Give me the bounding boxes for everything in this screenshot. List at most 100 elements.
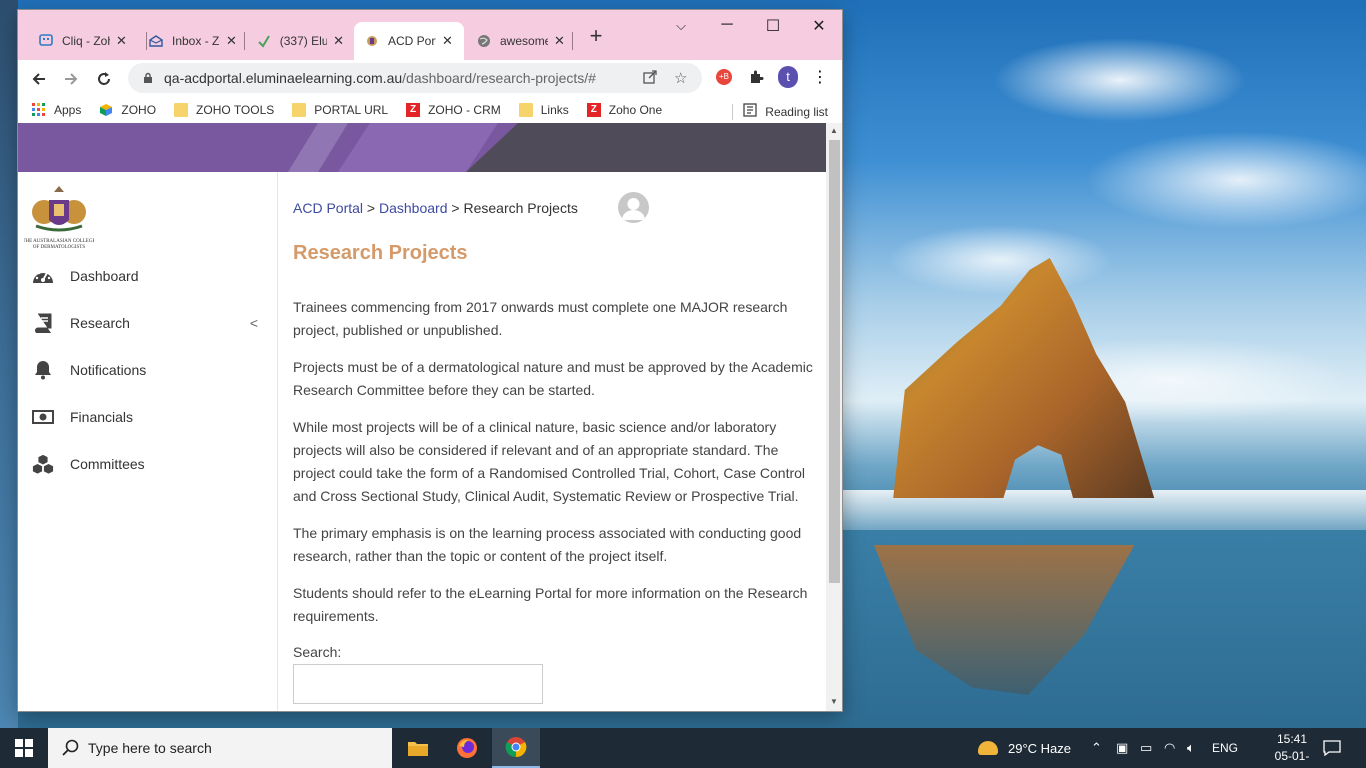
globe-icon xyxy=(476,33,492,49)
cubes-icon xyxy=(32,453,54,475)
bookmark-apps[interactable]: Apps xyxy=(32,102,81,117)
tab-strip: Cliq - Zoho Cliq ✕ Inbox - Zoho Mail ✕ (… xyxy=(18,10,842,60)
kebab-menu-icon[interactable]: ⋮ xyxy=(810,67,830,87)
file-explorer-icon[interactable] xyxy=(394,728,442,768)
page-viewport: THE AUSTRALASIAN COLLEGE OF DERMATOLOGIS… xyxy=(18,123,826,711)
bookmark-label: PORTAL URL xyxy=(314,102,389,117)
reading-list-label: Reading list xyxy=(765,104,828,119)
language-indicator[interactable]: ENG xyxy=(1212,728,1238,768)
tab-label: (337) Eluminae xyxy=(279,34,328,48)
taskbar-clock[interactable]: 15:41 05-01-2022 xyxy=(1264,731,1320,768)
zoho-z-icon: Z xyxy=(406,102,421,117)
chrome-icon[interactable] xyxy=(492,728,540,768)
notification-center-icon[interactable] xyxy=(1323,728,1341,768)
tab-label: Cliq - Zoho Cliq xyxy=(62,34,110,48)
weather-haze-icon xyxy=(978,741,998,755)
firefox-icon[interactable] xyxy=(443,728,491,768)
battery-icon[interactable]: ▭ xyxy=(1140,728,1152,768)
chevron-up-icon[interactable]: ⌃ xyxy=(1091,728,1102,768)
sidebar-item-label: Research xyxy=(70,315,130,331)
url-text: qa-acdportal.eluminaelearning.com.au/das… xyxy=(164,70,596,86)
close-icon[interactable]: ✕ xyxy=(226,33,237,49)
tab-separator xyxy=(572,32,573,50)
close-icon[interactable]: ✕ xyxy=(554,33,565,49)
maximize-button[interactable]: ☐ xyxy=(750,16,796,36)
divider xyxy=(732,103,734,120)
sidebar-item-label: Financials xyxy=(70,409,134,425)
breadcrumb-separator: > xyxy=(363,200,379,216)
paragraph: While most projects will be of a clinica… xyxy=(293,419,806,504)
tab-label: awesome xyxy=(500,34,548,48)
user-avatar[interactable] xyxy=(618,192,649,223)
bookmark-portal-url[interactable]: PORTAL URL xyxy=(292,102,389,117)
taskbar: Type here to search 29°C Haze ⌃ ▣ ▭ ◠ 🔈︎… xyxy=(0,728,1366,768)
sidebar-item-notifications[interactable]: Notifications xyxy=(18,350,278,390)
extension-red-icon[interactable]: +B xyxy=(714,67,734,87)
close-window-button[interactable]: ✕ xyxy=(796,16,842,36)
bookmark-zoho-one[interactable]: Z Zoho One xyxy=(586,102,663,117)
svg-text:OF DERMATOLOGISTS: OF DERMATOLOGISTS xyxy=(33,245,85,250)
profile-avatar[interactable]: t xyxy=(778,66,798,88)
new-tab-button[interactable]: + xyxy=(584,24,608,48)
share-icon[interactable] xyxy=(642,69,658,89)
scroll-up-icon[interactable]: ▲ xyxy=(830,126,838,135)
wallpaper-reflection xyxy=(874,545,1135,695)
close-icon[interactable]: ✕ xyxy=(116,33,127,49)
taskbar-search-box[interactable]: Type here to search xyxy=(48,728,392,768)
bookmark-zoho-tools[interactable]: ZOHO TOOLS xyxy=(174,102,274,117)
wifi-icon[interactable]: ◠ xyxy=(1164,728,1175,768)
bookmark-links[interactable]: Links xyxy=(518,102,569,117)
puzzle-icon[interactable] xyxy=(746,67,766,87)
chevron-left-icon[interactable]: < xyxy=(250,315,258,331)
breadcrumb-link-dashboard[interactable]: Dashboard xyxy=(379,200,448,216)
meet-now-icon[interactable]: ▣ xyxy=(1116,728,1128,768)
sidebar-item-committees[interactable]: Committees xyxy=(18,444,278,484)
clock-time: 15:41 xyxy=(1276,732,1308,746)
weather-text: 29°C Haze xyxy=(1008,740,1072,756)
zoho-z-icon: Z xyxy=(586,102,601,117)
bookmark-label: Zoho One xyxy=(608,102,663,117)
sidebar-item-research[interactable]: Research < xyxy=(18,303,278,343)
tab-cliq[interactable]: Cliq - Zoho Cliq ✕ xyxy=(28,22,140,60)
bookmark-label: Links xyxy=(540,102,569,117)
breadcrumb-link-acd-portal[interactable]: ACD Portal xyxy=(293,200,363,216)
page-scrollbar[interactable]: ▲ ▼ xyxy=(826,123,842,711)
tab-search-chevron-icon[interactable]: ⌵ xyxy=(658,18,704,34)
check-icon xyxy=(256,33,272,49)
reload-icon[interactable] xyxy=(93,68,115,90)
minimize-button[interactable]: ─ xyxy=(704,16,750,34)
weather-widget[interactable]: 29°C Haze xyxy=(978,728,1071,768)
college-crest-logo[interactable]: THE AUSTRALASIAN COLLEGE OF DERMATOLOGIS… xyxy=(22,182,96,252)
forward-arrow-icon[interactable] xyxy=(60,68,82,90)
paragraph: Projects must be of a dermatological nat… xyxy=(293,359,813,398)
url-path: /dashboard/research-projects/# xyxy=(402,70,596,86)
address-bar[interactable]: qa-acdportal.eluminaelearning.com.au/das… xyxy=(128,63,702,93)
browser-window: Cliq - Zoho Cliq ✕ Inbox - Zoho Mail ✕ (… xyxy=(18,10,842,711)
star-icon[interactable]: ☆ xyxy=(674,69,687,87)
back-arrow-icon[interactable] xyxy=(28,68,50,90)
sidebar-item-financials[interactable]: Financials xyxy=(18,397,278,437)
sidebar: THE AUSTRALASIAN COLLEGE OF DERMATOLOGIS… xyxy=(18,172,278,711)
bookmarks-bar: Apps ZOHO ZOHO TOOLS PORTAL URL Z ZOHO -… xyxy=(18,96,842,124)
main-content: ACD Portal > Dashboard > Research Projec… xyxy=(279,172,826,711)
search-input[interactable] xyxy=(293,664,543,704)
tab-acd-portal[interactable]: ACD Portal ✕ xyxy=(354,22,464,60)
sidebar-item-dashboard[interactable]: Dashboard xyxy=(18,256,278,296)
dashboard-icon xyxy=(32,265,54,287)
volume-icon[interactable]: 🔈︎ xyxy=(1187,728,1195,768)
bookmark-zoho[interactable]: ZOHO xyxy=(99,103,156,117)
windows-start-button[interactable] xyxy=(0,728,48,768)
url-host: qa-acdportal.eluminaelearning.com.au xyxy=(164,70,403,86)
scrollbar-thumb[interactable] xyxy=(829,140,840,583)
tab-separator xyxy=(244,32,245,50)
taskbar-search-placeholder: Type here to search xyxy=(88,740,212,756)
close-icon[interactable]: ✕ xyxy=(333,33,344,49)
scroll-down-icon[interactable]: ▼ xyxy=(830,697,838,706)
reading-list-button[interactable]: Reading list xyxy=(732,103,828,120)
close-icon[interactable]: ✕ xyxy=(442,33,453,49)
tab-awesome[interactable]: awesome ✕ xyxy=(466,22,576,60)
bookmark-zoho-crm[interactable]: Z ZOHO - CRM xyxy=(406,102,501,117)
mail-icon xyxy=(148,33,164,49)
tab-eluminae[interactable]: (337) Eluminae ✕ xyxy=(246,22,354,60)
tab-inbox[interactable]: Inbox - Zoho Mail ✕ xyxy=(138,22,250,60)
